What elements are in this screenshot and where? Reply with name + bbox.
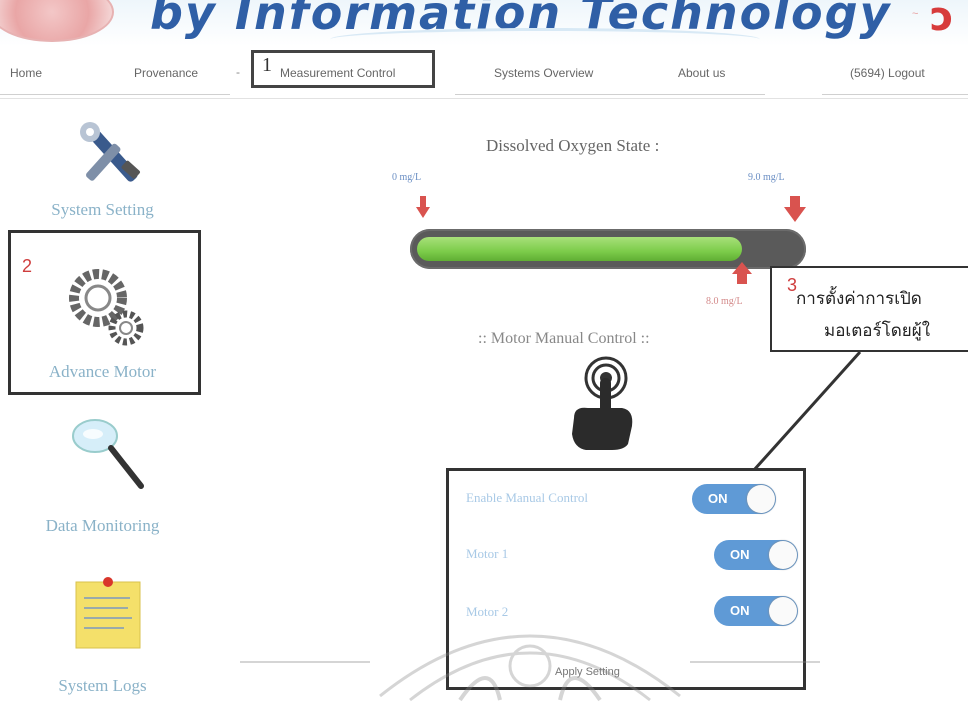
banner-swoosh: [330, 28, 760, 46]
university-logo: [0, 0, 114, 42]
sidebar-item-label: Data Monitoring: [45, 516, 160, 535]
nav-systems-overview[interactable]: Systems Overview: [494, 66, 593, 80]
banner-right-logo: ɔ: [930, 0, 954, 40]
callout-line-2: มอเตอร์โดยผู้ใ: [824, 321, 931, 341]
do-max-label: 9.0 mg/L: [748, 172, 785, 183]
do-current-label: 8.0 mg/L: [706, 296, 743, 307]
nav-provenance[interactable]: Provenance: [134, 66, 198, 80]
nav-underline-mid: [455, 94, 765, 95]
min-marker-arrow-icon: [416, 196, 430, 218]
motor-1-toggle[interactable]: ON: [714, 540, 798, 570]
do-level-fill: [417, 237, 742, 261]
sidebar-item-label: Advance Motor: [48, 362, 157, 381]
nav-logout[interactable]: (5694) Logout: [850, 66, 925, 80]
toggle-state-text: ON: [730, 547, 750, 562]
nav-measurement-control[interactable]: Measurement Control: [280, 66, 395, 80]
marker-number-1: 1: [262, 54, 272, 76]
sidebar-item-data-monitoring[interactable]: Data Monitoring: [10, 410, 195, 540]
callout-line-1: การตั้งค่าการเปิด: [796, 289, 922, 309]
university-seal-watermark: [240, 634, 820, 702]
do-min-label: 0 mg/L: [392, 172, 422, 183]
current-level-marker-icon: [732, 262, 752, 284]
toggle-state-text: ON: [708, 491, 728, 506]
magnifier-icon: [72, 419, 144, 489]
banner-right-decoration: ~: [912, 8, 919, 20]
toggle-knob: [747, 485, 775, 513]
motor-1-label: Motor 1: [466, 546, 509, 561]
nav-underline-right: [822, 94, 968, 95]
nav-about-us[interactable]: About us: [678, 66, 725, 80]
do-state-title: Dissolved Oxygen State :: [486, 136, 660, 155]
max-marker-arrow-icon: [784, 196, 806, 222]
toggle-knob: [769, 541, 797, 569]
sidebar-item-advance-motor[interactable]: Advance Motor: [10, 262, 195, 387]
header-banner: by Information Technology ~ ɔ: [0, 0, 968, 46]
enable-manual-control-label: Enable Manual Control: [466, 490, 589, 505]
nav-home[interactable]: Home: [10, 66, 42, 80]
enable-manual-control-toggle[interactable]: ON: [692, 484, 776, 514]
nav-underline-left: [0, 94, 230, 95]
main-nav: Home Provenance - 1 Measurement Control …: [0, 46, 968, 99]
sidebar-item-system-logs[interactable]: System Logs: [10, 566, 195, 696]
callout-connector-line: [752, 350, 862, 472]
sticky-note-icon: [75, 577, 141, 649]
tools-icon: [80, 122, 140, 182]
nav-separator: -: [236, 65, 240, 79]
sidebar-item-system-setting[interactable]: System Setting: [10, 112, 195, 227]
sidebar-item-label: System Logs: [58, 676, 147, 695]
sidebar-item-label: System Setting: [51, 200, 154, 219]
gears-icon: [69, 269, 144, 346]
touch-hand-icon: [572, 356, 633, 450]
motor-control-title: :: Motor Manual Control ::: [478, 330, 650, 347]
